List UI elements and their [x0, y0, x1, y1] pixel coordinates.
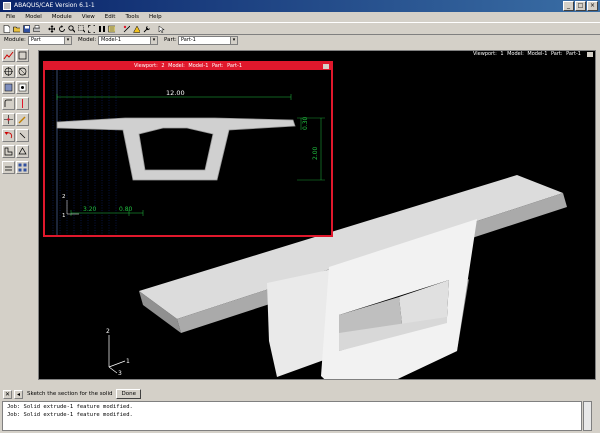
create-solid-extrude-tool[interactable] [2, 65, 15, 78]
open-file-icon[interactable] [12, 24, 21, 33]
window-title: ABAQUS/CAE Version 6.1-1 [14, 2, 95, 9]
message-scrollbar[interactable] [583, 401, 592, 431]
undo-tool[interactable] [2, 129, 15, 142]
menu-module[interactable]: Module [52, 12, 72, 22]
part-value: Part-1 [181, 37, 196, 43]
render-icon[interactable] [107, 24, 116, 33]
prompt-text: Sketch the section for the solid [27, 391, 113, 397]
menu-help[interactable]: Help [149, 12, 162, 22]
section-sketch: 12.00 0.30 2.00 3.20 0.80 2 1 [52, 70, 325, 235]
fit-view-icon[interactable] [87, 24, 96, 33]
sketch-tool[interactable] [2, 145, 15, 158]
create-cut-tool[interactable] [2, 81, 15, 94]
triad-axis-x-label: 1 [126, 358, 130, 365]
triad-axis-z-label: 3 [118, 370, 122, 375]
viewport-2[interactable]: Viewport: 2 Model: Model-1 Part: Part-1 … [43, 61, 333, 237]
module-select[interactable]: Part ▾ [28, 36, 72, 45]
back-prompt-button[interactable]: ◂ [14, 389, 23, 399]
zoom-box-icon[interactable] [77, 24, 86, 33]
chevron-down-icon: ▾ [230, 37, 237, 44]
query-tool[interactable] [16, 129, 29, 142]
model-value: Model-1 [101, 37, 121, 43]
menu-tools[interactable]: Tools [125, 12, 139, 22]
menu-view[interactable]: View [82, 12, 95, 22]
minimize-button[interactable]: _ [563, 1, 574, 11]
prompt-area: ✕ ◂ Sketch the section for the solid Don… [0, 388, 600, 400]
print-icon[interactable] [32, 24, 41, 33]
part-label: Part: [164, 37, 177, 43]
dim-bottom-mid: 0.80 [119, 206, 133, 213]
sketch-axis-x-label: 1 [62, 213, 66, 219]
rotate-icon[interactable] [57, 24, 66, 33]
query-icon[interactable] [122, 24, 131, 33]
abaqus-app-window: ABAQUS/CAE Version 6.1-1 _ □ × File Mode… [0, 0, 600, 433]
model-label: Model: [78, 37, 97, 43]
create-hole-tool[interactable] [16, 81, 29, 94]
dim-right-height: 2.00 [312, 146, 319, 160]
context-bar: Module: Part ▾ Model: Model-1 ▾ Part: Pa… [0, 35, 600, 46]
done-button[interactable]: Done [116, 389, 141, 399]
dim-top-width: 12.00 [166, 89, 185, 97]
menu-bar: File Model Module View Edit Tools Help [0, 12, 600, 22]
whats-this-icon[interactable] [157, 24, 166, 33]
datum-tool[interactable] [2, 113, 15, 126]
close-button[interactable]: × [587, 1, 598, 11]
create-solid-revolve-tool[interactable] [16, 65, 29, 78]
viewport-2-close-button[interactable] [323, 64, 329, 69]
triad-axis-y-label: 2 [106, 328, 110, 335]
part-manager-tool[interactable] [16, 49, 29, 62]
cycle-view-icon[interactable] [97, 24, 106, 33]
edit-feature-tool[interactable] [16, 113, 29, 126]
shell-tool[interactable] [16, 145, 29, 158]
viewport-2-title: Viewport: 2 Model: Model-1 Part: Part-1 [45, 63, 331, 70]
tools-icon[interactable] [142, 24, 151, 33]
title-bar: ABAQUS/CAE Version 6.1-1 _ □ × [0, 0, 600, 12]
zoom-icon[interactable] [67, 24, 76, 33]
save-icon[interactable] [22, 24, 31, 33]
model-select[interactable]: Model-1 ▾ [98, 36, 158, 45]
pan-icon[interactable] [47, 24, 56, 33]
dim-bottom-left: 3.20 [83, 206, 97, 213]
module-toolbox [2, 49, 32, 379]
display-options-icon[interactable] [132, 24, 141, 33]
part-select[interactable]: Part-1 ▾ [178, 36, 238, 45]
new-file-icon[interactable] [2, 24, 11, 33]
chevron-down-icon: ▾ [150, 37, 157, 44]
sketch-axis-y-label: 2 [62, 194, 66, 200]
module-value: Part [31, 37, 41, 43]
create-round-tool[interactable] [2, 97, 15, 110]
menu-file[interactable]: File [6, 12, 15, 22]
create-part-tool[interactable] [2, 49, 15, 62]
toolbar [0, 22, 600, 35]
app-icon [3, 2, 11, 10]
message-area: Job: Solid extrude-1 feature modified. J… [2, 401, 582, 431]
pattern-tool[interactable] [16, 161, 29, 174]
message-line: Job: Solid extrude-1 feature modified. [7, 404, 133, 410]
chevron-down-icon: ▾ [64, 37, 71, 44]
menu-edit[interactable]: Edit [105, 12, 116, 22]
message-line: Job: Solid extrude-1 feature modified. [7, 412, 133, 418]
menu-model[interactable]: Model [25, 12, 42, 22]
module-label: Module: [4, 37, 26, 43]
dim-right-small: 0.30 [302, 116, 309, 130]
maximize-button[interactable]: □ [575, 1, 586, 11]
mirror-tool[interactable] [2, 161, 15, 174]
cancel-prompt-button[interactable]: ✕ [3, 389, 12, 399]
partition-tool[interactable] [16, 97, 29, 110]
